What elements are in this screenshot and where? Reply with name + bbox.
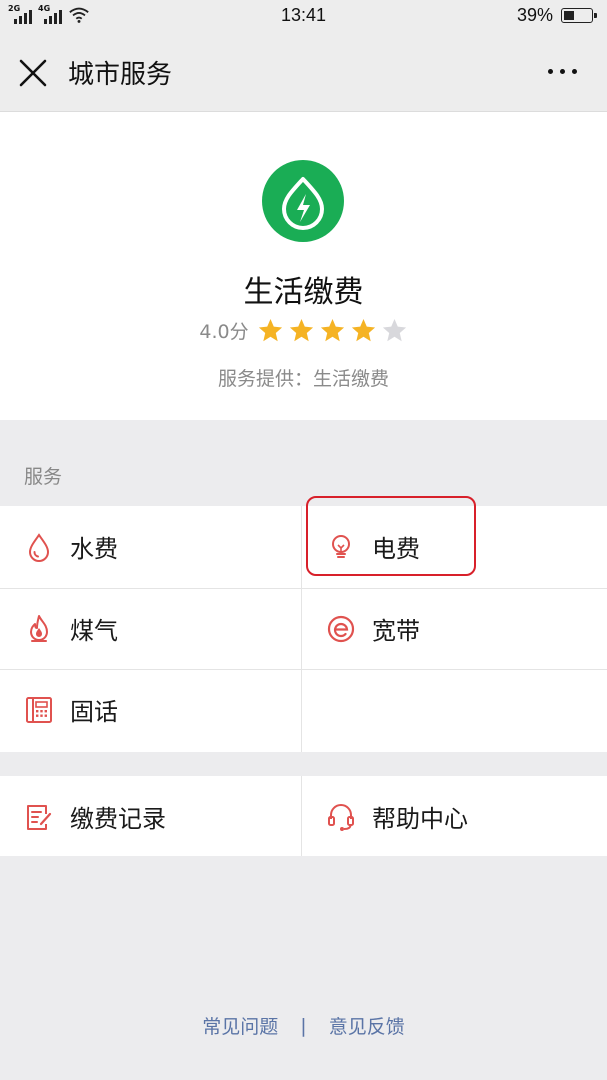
clock: 13:41 (280, 5, 327, 25)
payment-record-button[interactable]: 缴费记录 (0, 776, 303, 858)
service-label: 固话 (70, 698, 118, 726)
section-title: 服务 (24, 466, 63, 488)
service-landline[interactable]: 固话 (0, 669, 303, 751)
service-electricity[interactable]: 电费 (302, 506, 605, 588)
gas-flame-icon (30, 615, 48, 642)
service-broadband[interactable]: 宽带 (302, 588, 605, 670)
star-icon (351, 319, 375, 342)
help-center-button[interactable]: 帮助中心 (302, 776, 605, 858)
star-icon (320, 319, 344, 342)
feedback-link[interactable]: 意见反馈 (329, 1012, 405, 1039)
battery-fill (564, 11, 574, 20)
nav-bar: 城市服务 (0, 34, 607, 112)
broadband-e-icon (327, 615, 355, 643)
service-name: 生活缴费 (243, 275, 364, 310)
battery-icon (561, 8, 597, 23)
lightning-drop-icon (282, 177, 324, 230)
star-icon (258, 319, 282, 342)
extra-label: 帮助中心 (372, 805, 468, 833)
services-grid: 水费 电费 煤气 宽带 固话 (0, 506, 607, 752)
service-gas[interactable]: 煤气 (0, 588, 303, 670)
rating-score: 4.0分 (199, 321, 249, 343)
service-logo (262, 160, 344, 242)
headset-icon (328, 804, 354, 831)
landline-phone-icon (26, 697, 52, 723)
footer-links: 常见问题 | 意见反馈 (0, 1012, 607, 1039)
service-profile-card: 生活缴费 4.0分 服务提供：生活缴费 (0, 112, 607, 420)
light-bulb-icon (332, 535, 350, 558)
faq-link[interactable]: 常见问题 (202, 1012, 278, 1039)
water-drop-icon (28, 533, 50, 562)
extra-label: 缴费记录 (70, 805, 166, 833)
service-water[interactable]: 水费 (0, 506, 303, 588)
footer-separator: | (300, 1014, 307, 1037)
extras-grid: 缴费记录 帮助中心 (0, 776, 607, 856)
close-icon[interactable] (18, 58, 48, 88)
payment-record-icon (27, 805, 52, 830)
status-bar: 2G 4G 13:41 39% (0, 0, 607, 34)
service-label: 煤气 (70, 617, 118, 645)
rating: 4.0分 (0, 317, 607, 344)
star-icon (382, 319, 406, 342)
service-label: 宽带 (372, 617, 420, 645)
service-label: 电费 (372, 535, 420, 563)
service-label: 水费 (70, 535, 118, 563)
more-options-icon[interactable] (548, 69, 577, 74)
battery-percent: 39% (516, 5, 553, 25)
page-title: 城市服务 (68, 60, 173, 90)
star-icon (289, 319, 313, 342)
service-provider: 服务提供：生活缴费 (217, 368, 389, 390)
